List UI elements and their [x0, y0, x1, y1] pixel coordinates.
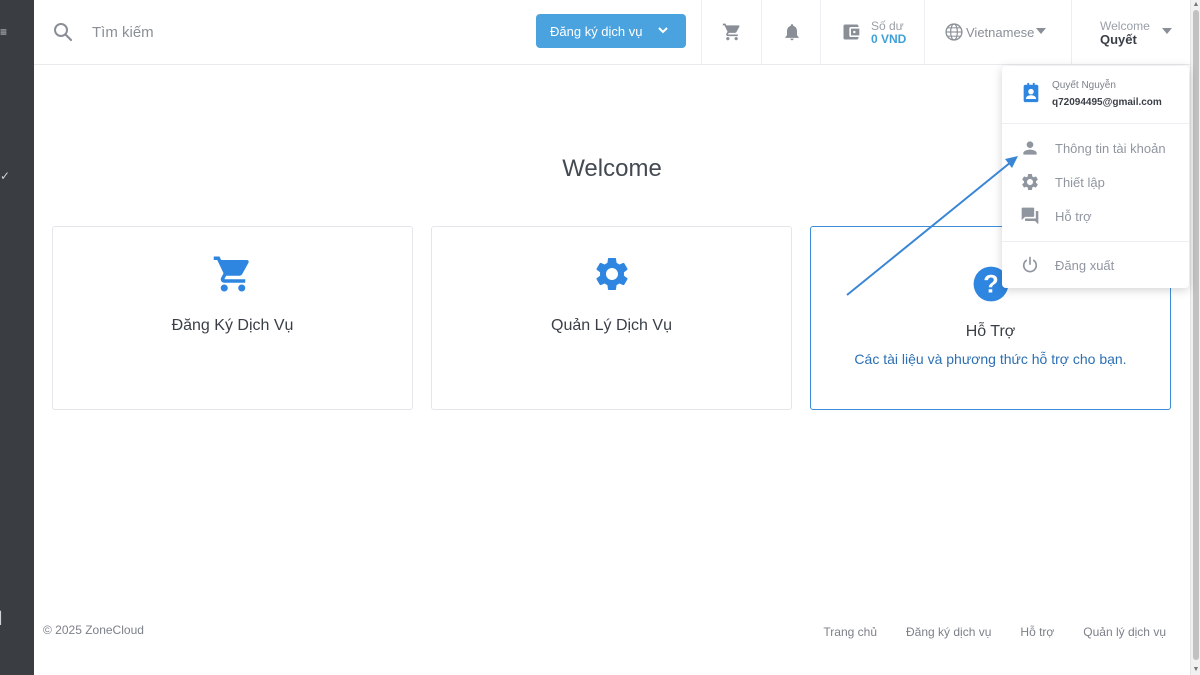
- sidebar: ≡ ✓ ▏: [0, 0, 34, 675]
- search-input[interactable]: [92, 20, 392, 44]
- contact-card-icon: [1023, 82, 1039, 103]
- balance-label: Số dư: [871, 19, 904, 33]
- manage-service-card[interactable]: Quản Lý Dịch Vụ: [431, 226, 792, 410]
- check-icon[interactable]: ✓: [0, 170, 10, 182]
- footer-link-manage[interactable]: Quản lý dịch vụ: [1083, 625, 1166, 639]
- bell-icon: [785, 24, 799, 41]
- register-service-label: Đăng ký dịch vụ: [550, 23, 643, 39]
- caret-down-icon: [1036, 28, 1046, 34]
- dropdown-user-email: q72094495@gmail.com: [1052, 97, 1162, 108]
- menu-icon[interactable]: ≡: [0, 26, 7, 38]
- wallet-icon: [843, 24, 860, 40]
- register-service-card[interactable]: Đăng Ký Dịch Vụ: [52, 226, 413, 410]
- copyright: © 2025 ZoneCloud: [43, 623, 144, 637]
- svg-text:?: ?: [983, 271, 998, 299]
- scroll-up-icon[interactable]: ▲: [1192, 1, 1200, 9]
- chevron-down-icon: [658, 27, 668, 34]
- menu-item-label: Hỗ trợ: [1055, 209, 1092, 224]
- cart-icon: [722, 23, 740, 41]
- language-selector[interactable]: Vietnamese: [924, 0, 1071, 64]
- footer-link-support[interactable]: Hỗ trợ: [1020, 625, 1054, 639]
- caret-down-icon: [1162, 28, 1172, 34]
- balance-widget[interactable]: Số dư 0 VND: [820, 0, 924, 64]
- person-icon: [1023, 141, 1037, 155]
- dropdown-user-info: Quyết Nguyễn q72094495@gmail.com: [1002, 66, 1189, 124]
- search-icon[interactable]: [53, 22, 73, 42]
- card-title: Đăng Ký Dịch Vụ: [171, 317, 294, 334]
- menu-divider: [1002, 241, 1189, 242]
- user-first-name: Quyết: [1100, 32, 1137, 47]
- dropdown-user-name: Quyết Nguyễn: [1052, 80, 1116, 91]
- gear-icon: [1022, 174, 1038, 190]
- welcome-label: Welcome: [1100, 19, 1150, 33]
- cart-icon: [213, 256, 249, 292]
- gear-icon: [595, 258, 628, 290]
- scrollbar[interactable]: ▲ ▼: [1190, 0, 1200, 675]
- register-service-button[interactable]: Đăng ký dịch vụ: [536, 14, 686, 48]
- card-description: Các tài liệu và phương thức hỗ trợ cho b…: [854, 351, 1127, 367]
- scrollbar-thumb[interactable]: [1193, 10, 1199, 660]
- notifications-button[interactable]: [761, 0, 821, 64]
- menu-item-label: Thông tin tài khoản: [1055, 141, 1166, 156]
- user-menu-toggle[interactable]: Welcome Quyết: [1071, 0, 1190, 64]
- card-title: Quản Lý Dịch Vụ: [551, 317, 672, 334]
- card-title: Hỗ Trợ: [965, 323, 1016, 340]
- power-icon: [1022, 256, 1038, 273]
- menu-item-settings[interactable]: Thiết lập: [1002, 167, 1189, 197]
- menu-item-logout[interactable]: Đăng xuất: [1002, 250, 1189, 280]
- chat-icon: [1021, 207, 1039, 225]
- scroll-down-icon[interactable]: ▼: [1192, 666, 1200, 674]
- footer-link-register[interactable]: Đăng ký dịch vụ: [906, 625, 991, 639]
- top-bar: Đăng ký dịch vụ Số dư 0 VND Vietnamese: [34, 0, 1190, 65]
- balance-value: 0 VND: [871, 32, 907, 46]
- footer-link-home[interactable]: Trang chủ: [823, 625, 877, 639]
- menu-item-account-info[interactable]: Thông tin tài khoản: [1002, 133, 1189, 163]
- menu-item-label: Đăng xuất: [1055, 258, 1115, 273]
- menu-item-label: Thiết lập: [1055, 175, 1105, 190]
- menu-item-support[interactable]: Hỗ trợ: [1002, 201, 1189, 231]
- user-dropdown-menu: Quyết Nguyễn q72094495@gmail.com Thông t…: [1002, 66, 1189, 288]
- language-label: Vietnamese: [966, 25, 1035, 40]
- sidebar-marker-icon[interactable]: ▏: [0, 612, 9, 624]
- cart-button[interactable]: [701, 0, 761, 64]
- globe-icon: [945, 23, 963, 41]
- footer-links: Trang chủ Đăng ký dịch vụ Hỗ trợ Quản lý…: [823, 625, 1166, 639]
